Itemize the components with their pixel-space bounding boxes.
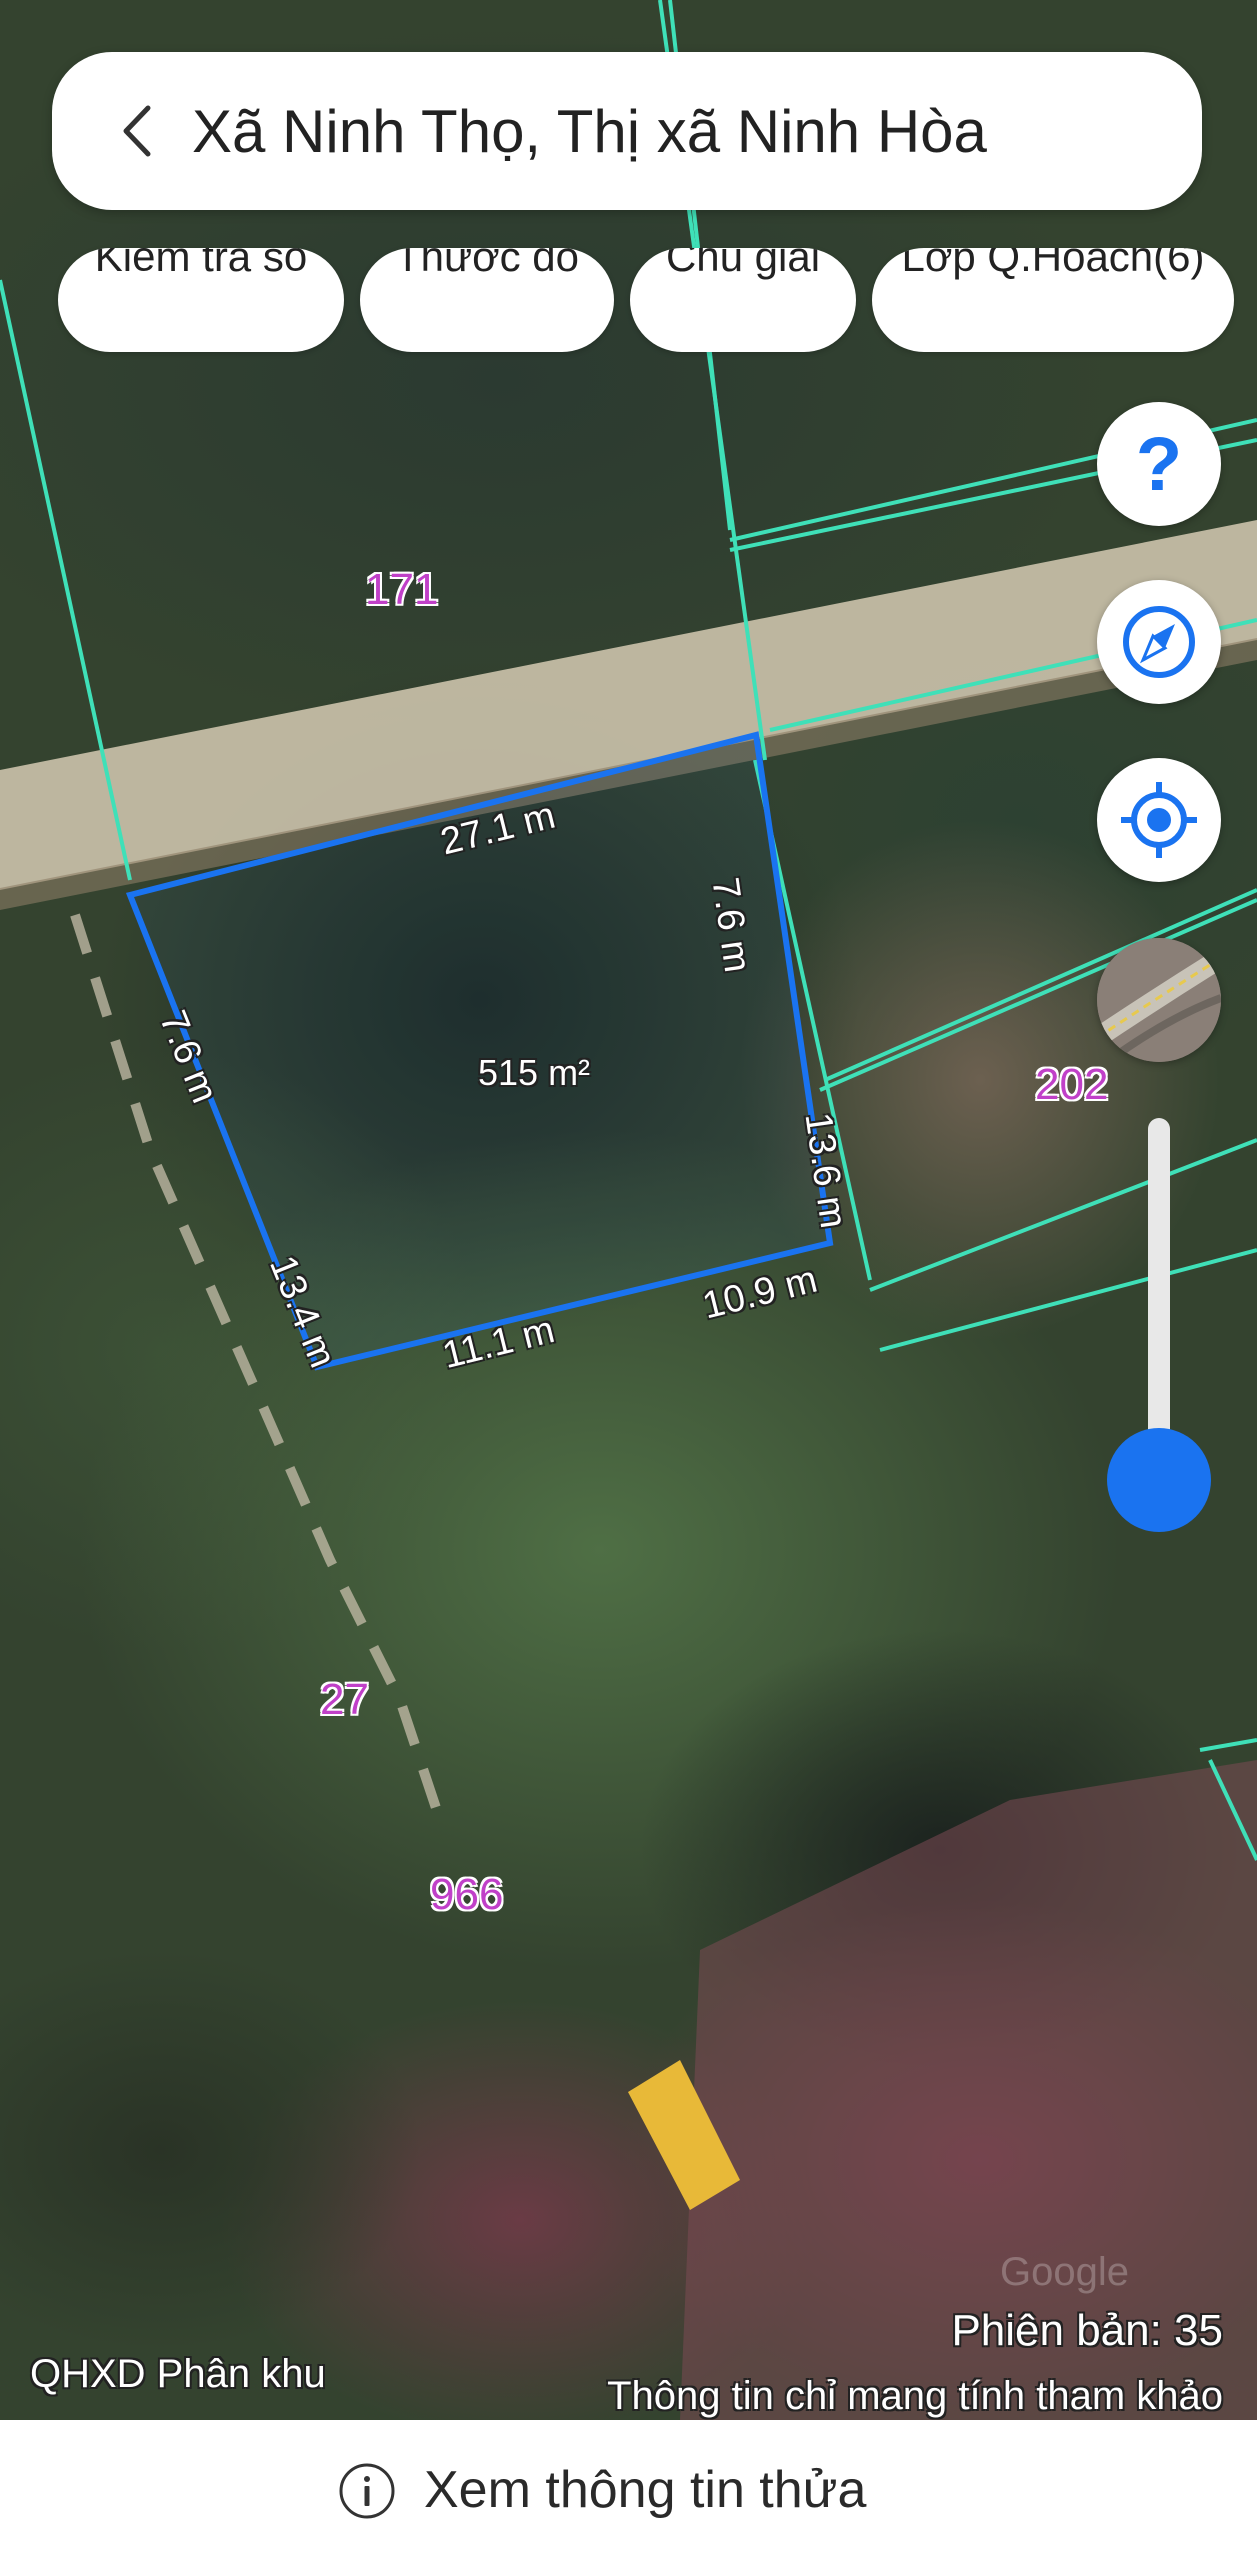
chip-label: Lớp Q.Hoach(6): [901, 248, 1205, 280]
version-label: Phiên bản: 35: [951, 2306, 1223, 2355]
parcel-number: 171: [365, 565, 439, 614]
info-icon: [339, 2463, 395, 2519]
map-view[interactable]: 171 202 27 966 515 m² 27.1 m 7.6 m 13.6 …: [0, 0, 1257, 2420]
opacity-slider-handle[interactable]: [1107, 1428, 1211, 1532]
chip-label: Thước đo: [394, 248, 580, 280]
check-title-deed-button[interactable]: Kiểm tra sổ: [58, 248, 344, 352]
view-parcel-info-label: Xem thông tin thửa: [424, 2461, 867, 2519]
my-location-button[interactable]: [1097, 758, 1221, 882]
chevron-left-icon[interactable]: [104, 96, 174, 166]
compass-icon: [1123, 606, 1195, 678]
compass-button[interactable]: [1097, 580, 1221, 704]
question-mark-icon: ?: [1136, 424, 1182, 504]
view-parcel-info-button[interactable]: Xem thông tin thửa: [0, 2420, 1257, 2560]
planning-layer-button[interactable]: Lớp Q.Hoach(6): [872, 248, 1234, 352]
svg-text:?: ?: [1136, 424, 1182, 504]
ruler-button[interactable]: Thước đo: [360, 248, 614, 352]
parcel-area: 515 m²: [478, 1052, 591, 1093]
parcel-number: 202: [1035, 1060, 1109, 1109]
page-title: Xã Ninh Thọ, Thị xã Ninh Hòa: [192, 98, 987, 165]
help-button[interactable]: ?: [1097, 402, 1221, 526]
chip-label: Kiểm tra sổ: [94, 248, 308, 280]
legend-button[interactable]: Chú giải: [630, 248, 856, 352]
my-location-icon: [1121, 782, 1197, 858]
disclaimer-label: Thông tin chỉ mang tính tham khảo: [607, 2374, 1223, 2418]
layer-name: QHXD Phân khu: [30, 2352, 326, 2396]
parcel-number: 966: [430, 1870, 504, 1919]
parcel-number: 27: [320, 1675, 369, 1724]
map-watermark: Google: [1000, 2250, 1129, 2294]
satellite-layer-icon[interactable]: [1097, 938, 1221, 1062]
title-bar: Xã Ninh Thọ, Thị xã Ninh Hòa: [52, 52, 1202, 210]
chip-label: Chú giải: [665, 248, 821, 280]
